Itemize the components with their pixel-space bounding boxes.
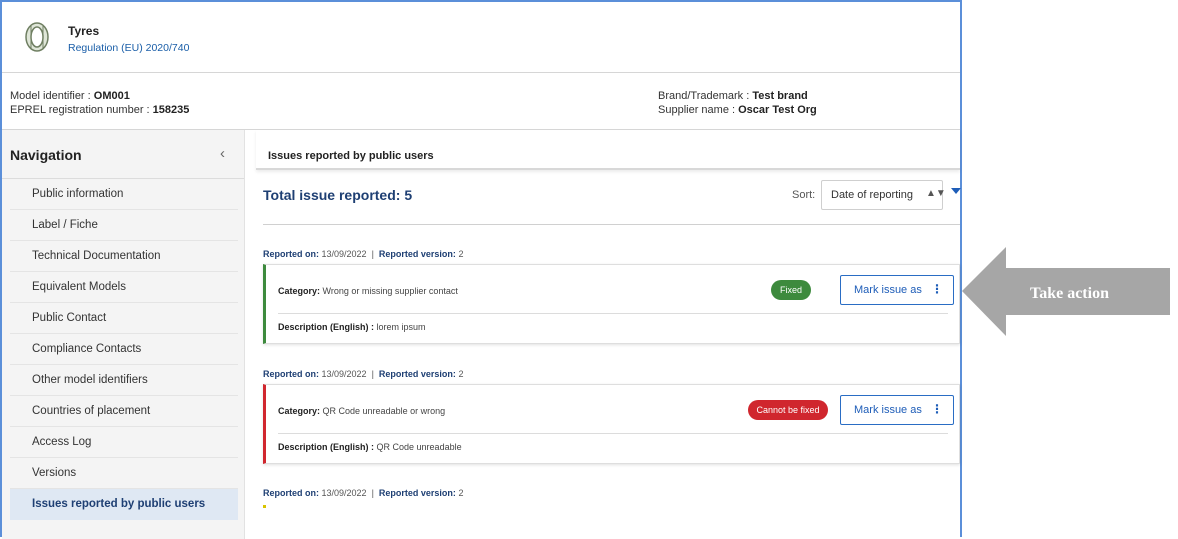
callout-label: Take action bbox=[1030, 285, 1109, 302]
take-action-callout bbox=[962, 247, 1170, 336]
